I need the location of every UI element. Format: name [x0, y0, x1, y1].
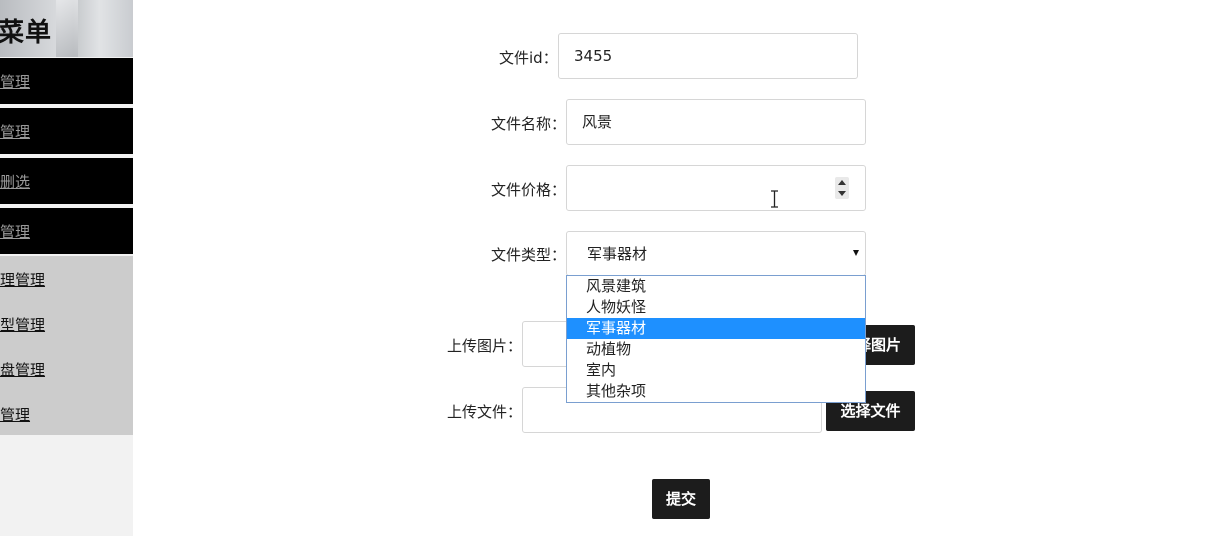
- sidebar-item-7[interactable]: 盘管理: [0, 346, 133, 392]
- sidebar-item-1[interactable]: 管理: [0, 58, 133, 104]
- upload-image-label: 上传图片：: [447, 337, 523, 355]
- sidebar-item-2[interactable]: 管理: [0, 108, 133, 154]
- sidebar-title: 菜单: [0, 18, 53, 48]
- sidebar-item-3[interactable]: 删选: [0, 158, 133, 204]
- spinner-up-icon[interactable]: [838, 180, 846, 185]
- upload-file-label: 上传文件：: [447, 403, 523, 421]
- file-id-input[interactable]: 3455: [558, 33, 858, 79]
- sidebar-item-link[interactable]: 删选: [0, 171, 30, 192]
- sidebar-header: 菜单: [0, 0, 133, 57]
- sidebar: 菜单 管理 管理 删选 管理 理管理 型管理 盘管理 管理: [0, 0, 133, 536]
- file-type-label: 文件类型：: [491, 246, 567, 264]
- file-name-label: 文件名称：: [491, 115, 567, 133]
- number-spinner-icon[interactable]: [835, 177, 849, 199]
- file-type-selected-value: 军事器材: [587, 245, 648, 263]
- sidebar-item-link[interactable]: 理管理: [0, 269, 45, 290]
- file-name-input[interactable]: 风景: [566, 99, 866, 145]
- dropdown-option[interactable]: 动植物: [567, 339, 865, 360]
- sidebar-item-8[interactable]: 管理: [0, 391, 133, 435]
- dropdown-option[interactable]: 室内: [567, 360, 865, 381]
- sidebar-item-link[interactable]: 盘管理: [0, 359, 45, 380]
- submit-button[interactable]: 提交: [652, 479, 710, 519]
- sidebar-item-link[interactable]: 型管理: [0, 314, 45, 335]
- file-price-input[interactable]: [566, 165, 866, 211]
- file-price-label: 文件价格：: [491, 181, 567, 199]
- sidebar-item-link[interactable]: 管理: [0, 404, 30, 425]
- sidebar-item-link[interactable]: 管理: [0, 71, 30, 92]
- dropdown-option[interactable]: 人物妖怪: [567, 297, 865, 318]
- header-gloss: [56, 0, 78, 57]
- sidebar-item-link[interactable]: 管理: [0, 121, 30, 142]
- file-type-dropdown-list[interactable]: 风景建筑 人物妖怪 军事器材 动植物 室内 其他杂项: [566, 275, 866, 403]
- spinner-down-icon[interactable]: [838, 191, 846, 196]
- dropdown-option[interactable]: 风景建筑: [567, 276, 865, 297]
- dropdown-option[interactable]: 其他杂项: [567, 381, 865, 402]
- text-cursor-icon: [771, 190, 778, 208]
- sidebar-item-4[interactable]: 管理: [0, 208, 133, 254]
- dropdown-option-selected[interactable]: 军事器材: [567, 318, 865, 339]
- sidebar-item-5[interactable]: 理管理: [0, 256, 133, 302]
- sidebar-item-6[interactable]: 型管理: [0, 301, 133, 347]
- dropdown-arrow-icon[interactable]: [853, 250, 859, 256]
- file-type-select[interactable]: 军事器材: [566, 231, 866, 276]
- sidebar-item-link[interactable]: 管理: [0, 221, 30, 242]
- file-id-label: 文件id：: [499, 49, 558, 67]
